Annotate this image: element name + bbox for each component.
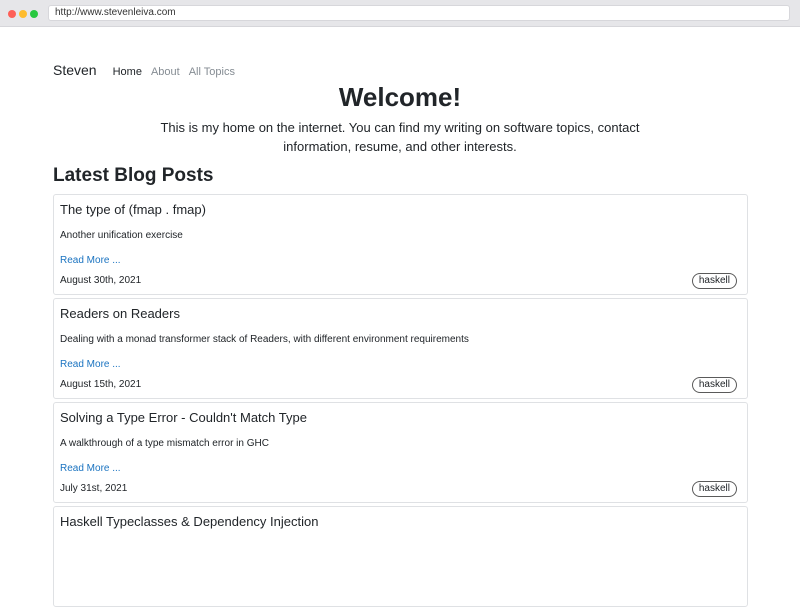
post-date: August 30th, 2021: [60, 275, 142, 286]
post-description: A walkthrough of a type mismatch error i…: [60, 438, 269, 449]
read-more-link[interactable]: Read More ...: [60, 255, 121, 266]
post-date: July 31st, 2021: [60, 483, 128, 494]
post-card: Haskell Typeclasses & Dependency Injecti…: [53, 506, 748, 607]
brand-link[interactable]: Steven: [53, 62, 97, 78]
post-card: The type of (fmap . fmap) Another unific…: [53, 194, 748, 295]
page-title: Welcome!: [338, 82, 462, 112]
post-description: Another unification exercise: [60, 230, 183, 241]
post-card: Solving a Type Error - Couldn't Match Ty…: [53, 402, 748, 503]
post-date: August 15th, 2021: [60, 379, 142, 390]
read-more-link[interactable]: Read More ...: [60, 463, 121, 474]
minimize-window-icon[interactable]: [19, 10, 27, 18]
tag-badge[interactable]: haskell: [691, 273, 737, 289]
address-bar[interactable]: http://www.stevenleiva.com: [48, 5, 790, 21]
post-card: Readers on Readers Dealing with a monad …: [53, 298, 748, 399]
navbar: Steven Home About All Topics: [53, 62, 244, 80]
read-more-link[interactable]: Read More ...: [60, 359, 121, 370]
post-list: The type of (fmap . fmap) Another unific…: [53, 194, 748, 610]
post-title[interactable]: Haskell Typeclasses & Dependency Injecti…: [60, 514, 318, 529]
post-description: Dealing with a monad transformer stack o…: [60, 334, 469, 345]
nav-link-about[interactable]: About: [151, 66, 180, 78]
tag-badge[interactable]: haskell: [691, 481, 737, 497]
close-window-icon[interactable]: [8, 10, 16, 18]
post-title[interactable]: Solving a Type Error - Couldn't Match Ty…: [60, 410, 307, 425]
section-title: Latest Blog Posts: [53, 165, 214, 186]
browser-chrome: http://www.stevenleiva.com: [0, 0, 800, 27]
post-title[interactable]: Readers on Readers: [60, 306, 180, 321]
page-subtitle: This is my home on the internet. You can…: [160, 120, 640, 154]
post-title[interactable]: The type of (fmap . fmap): [60, 202, 206, 217]
tag-badge[interactable]: haskell: [691, 377, 737, 393]
maximize-window-icon[interactable]: [30, 10, 38, 18]
nav-link-home[interactable]: Home: [113, 66, 142, 78]
nav-link-all-topics[interactable]: All Topics: [189, 66, 235, 78]
